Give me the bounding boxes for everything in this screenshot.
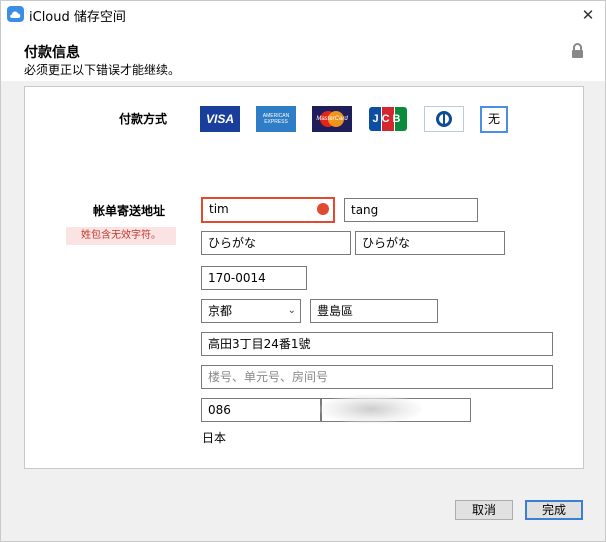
last-name-phonetic-field[interactable]: ひらがな: [355, 231, 505, 255]
diners-card-option[interactable]: [424, 106, 464, 132]
last-name-field[interactable]: tang: [344, 198, 478, 222]
country-label: 日本: [202, 431, 227, 445]
payment-method-label: 付款方式: [119, 112, 168, 126]
address-line1-field[interactable]: 高田3丁目24番1號: [201, 332, 553, 356]
address-line2-field[interactable]: 楼号、单元号、房间号: [201, 365, 553, 389]
done-button[interactable]: 完成: [525, 500, 583, 520]
page-title: 付款信息: [24, 45, 80, 61]
visa-logo-text: VISA: [205, 112, 234, 126]
lock-icon: [572, 43, 583, 58]
billing-address-label: 帐单寄送地址: [93, 204, 166, 218]
mastercard-logo-text: MasterCard: [316, 116, 348, 122]
close-button[interactable]: ✕: [573, 3, 603, 27]
page-subtitle: 必须更正以下错误才能继续。: [24, 63, 181, 77]
redacted-area: [319, 394, 423, 424]
prefecture-value: 京都: [208, 304, 233, 318]
jcb-card-option[interactable]: JCB: [368, 106, 408, 132]
first-name-phonetic-field[interactable]: ひらがな: [201, 231, 351, 255]
window-title: iCloud 储存空间: [29, 10, 126, 25]
first-name-value: tim: [209, 202, 229, 216]
error-message: 姓包含无效字符。: [66, 227, 176, 245]
chevron-down-icon: ⌄: [287, 305, 296, 316]
prefecture-select[interactable]: 京都 ⌄: [201, 299, 301, 323]
amex-card-option[interactable]: AMERICAN EXPRESS: [256, 106, 296, 132]
mastercard-option[interactable]: MasterCard: [312, 106, 352, 132]
postal-code-field[interactable]: 170-0014: [201, 266, 307, 290]
dialog-window: iCloud 储存空间 ✕ 付款信息 必须更正以下错误才能继续。 付款方式 VI…: [0, 0, 606, 542]
cancel-button[interactable]: 取消: [455, 500, 513, 520]
jcb-logo-text: JCB: [372, 113, 404, 125]
title-bar: iCloud 储存空间 ✕: [1, 1, 605, 29]
no-payment-option[interactable]: 无: [480, 106, 508, 133]
icloud-icon: [7, 6, 24, 22]
first-name-field[interactable]: tim: [201, 197, 335, 223]
error-icon: [317, 203, 329, 215]
amex-logo-text: AMERICAN EXPRESS: [262, 113, 290, 125]
city-field[interactable]: 豊島區: [310, 299, 438, 323]
diners-logo-icon: [436, 111, 452, 127]
header: 付款信息 必须更正以下错误才能继续。: [1, 29, 605, 81]
phone-prefix-field[interactable]: 086: [201, 398, 321, 422]
visa-card-option[interactable]: VISA: [200, 106, 240, 132]
